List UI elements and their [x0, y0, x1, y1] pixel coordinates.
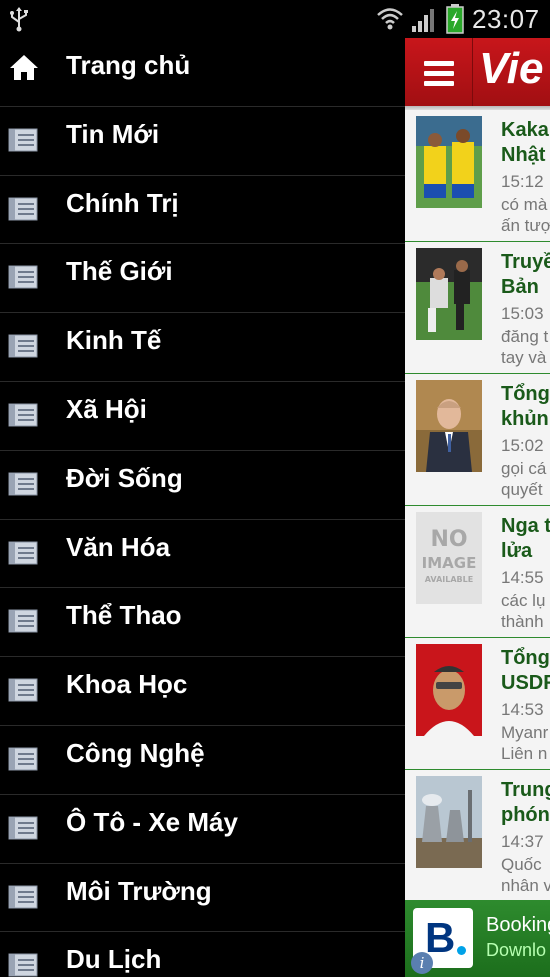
- newspaper-icon: [8, 403, 38, 427]
- drawer-item-du-lich[interactable]: Du Lịch: [0, 932, 405, 977]
- news-summary: các lụ thành: [501, 591, 546, 631]
- drawer-item-label: Môi Trường: [66, 875, 212, 906]
- drawer-item-chinh-tri[interactable]: Chính Trị: [0, 176, 405, 245]
- news-item[interactable]: Kaka Nhật 15:12 có mà ấn tượ: [405, 110, 550, 242]
- drawer-item-the-thao[interactable]: Thể Thao: [0, 588, 405, 658]
- drawer-item-label: Ô Tô - Xe Máy: [66, 806, 238, 837]
- news-item[interactable]: NO IMAGE AVAILABLE Nga t lửa 14:55 các l…: [405, 506, 550, 638]
- news-title: Trung phón: [501, 779, 550, 826]
- no-image-text: AVAILABLE: [425, 575, 473, 584]
- battery-charging-icon: [446, 4, 464, 34]
- newspaper-icon: [8, 609, 38, 633]
- ad-banner[interactable]: B Booking Downlo i: [405, 900, 550, 977]
- newspaper-icon: [8, 747, 38, 771]
- drawer-item-label: Thể Thao: [66, 600, 182, 631]
- booking-logo-dot: [457, 946, 466, 955]
- news-thumbnail: [416, 776, 482, 868]
- drawer-item-home[interactable]: Trang chủ: [0, 38, 405, 107]
- news-time: 15:03: [501, 304, 544, 323]
- status-clock: 23:07: [472, 4, 540, 34]
- drawer-item-label: Kinh Tế: [66, 325, 162, 356]
- news-time: 15:12: [501, 172, 544, 191]
- drawer-item-label: Thế Giới: [66, 256, 173, 287]
- news-title: Tổng USDF: [501, 647, 550, 694]
- ad-cta[interactable]: Downlo: [486, 940, 546, 961]
- drawer-item-label: Khoa Học: [66, 669, 188, 700]
- hamburger-icon: [424, 71, 454, 76]
- no-image-text: NO: [430, 527, 467, 552]
- newspaper-icon: [8, 472, 38, 496]
- drawer-item-label: Công Nghệ: [66, 737, 205, 768]
- news-thumbnail: [416, 116, 482, 208]
- news-thumbnail: [416, 248, 482, 340]
- newspaper-icon: [8, 678, 38, 702]
- newspaper-icon: [8, 197, 38, 221]
- news-title: Nga t lửa: [501, 515, 550, 562]
- news-summary: có mà ấn tượ: [501, 195, 550, 235]
- drawer-item-moi-truong[interactable]: Môi Trường: [0, 864, 405, 933]
- newspaper-icon: [8, 816, 38, 840]
- status-bar: 23:07: [0, 0, 550, 38]
- newspaper-icon: [8, 265, 38, 289]
- drawer-item-label: Xã Hội: [66, 393, 147, 424]
- app-bar: Vie: [405, 38, 550, 112]
- drawer-item-label: Trang chủ: [66, 50, 191, 80]
- news-thumbnail: [416, 644, 482, 736]
- drawer-item-van-hoa[interactable]: Văn Hóa: [0, 520, 405, 589]
- app-logo: Vie: [479, 44, 544, 93]
- news-thumbnail: [416, 380, 482, 472]
- ad-title: Booking: [486, 914, 550, 936]
- news-item[interactable]: Tổng khủn 15:02 gọi cá quyết: [405, 374, 550, 506]
- drawer-item-the-gioi[interactable]: Thế Giới: [0, 244, 405, 314]
- hamburger-icon: [424, 61, 454, 66]
- drawer-item-tin-moi[interactable]: Tin Mới: [0, 107, 405, 176]
- usb-icon: [10, 7, 28, 32]
- drawer-item-xa-hoi[interactable]: Xã Hội: [0, 382, 405, 451]
- drawer-item-khoa-hoc[interactable]: Khoa Học: [0, 657, 405, 726]
- newspaper-icon: [8, 334, 38, 358]
- drawer-item-label: Du Lịch: [66, 944, 162, 975]
- main-content: Vie Kaka Nhật 15:12 có mà ấn tượ Truyề B…: [405, 38, 550, 977]
- navigation-drawer: Trang chủ Tin Mới Chính Trị Thế Giới Kin…: [0, 38, 405, 977]
- drawer-item-o-to-xe-may[interactable]: Ô Tô - Xe Máy: [0, 795, 405, 864]
- news-title: Truyề Bản: [501, 251, 550, 298]
- news-summary: Myanr Liên n: [501, 723, 549, 763]
- news-time: 14:37: [501, 832, 544, 851]
- news-item[interactable]: Tổng USDF 14:53 Myanr Liên n: [405, 638, 550, 770]
- drawer-item-kinh-te[interactable]: Kinh Tế: [0, 313, 405, 382]
- news-time: 14:53: [501, 700, 544, 719]
- news-summary: gọi cá quyết: [501, 459, 547, 499]
- news-summary: Quốc nhân v: [501, 855, 550, 895]
- drawer-item-label: Đời Sống: [66, 462, 183, 493]
- news-title: Kaka Nhật: [501, 119, 549, 166]
- signal-icon: [412, 9, 434, 32]
- home-icon: [10, 55, 38, 80]
- news-summary: đăng t tay và: [501, 327, 549, 367]
- hamburger-icon: [424, 81, 454, 86]
- menu-button[interactable]: [405, 38, 473, 106]
- news-item[interactable]: Trung phón 14:37 Quốc nhân v: [405, 770, 550, 902]
- newspaper-icon: [8, 541, 38, 565]
- drawer-item-label: Chính Trị: [66, 187, 179, 218]
- drawer-item-cong-nghe[interactable]: Công Nghệ: [0, 726, 405, 795]
- newspaper-icon: [8, 953, 38, 977]
- news-time: 15:02: [501, 436, 544, 455]
- no-image-text: IMAGE: [422, 554, 477, 572]
- wifi-icon: [377, 8, 403, 30]
- newspaper-icon: [8, 128, 38, 152]
- news-time: 14:55: [501, 568, 544, 587]
- news-thumbnail-placeholder: NO IMAGE AVAILABLE: [416, 512, 482, 604]
- drawer-item-label: Văn Hóa: [66, 531, 171, 562]
- newspaper-icon: [8, 885, 38, 909]
- drawer-item-label: Tin Mới: [66, 118, 160, 149]
- news-title: Tổng khủn: [501, 383, 550, 430]
- info-icon[interactable]: i: [411, 952, 433, 974]
- news-item[interactable]: Truyề Bản 15:03 đăng t tay và: [405, 242, 550, 374]
- drawer-item-doi-song[interactable]: Đời Sống: [0, 451, 405, 520]
